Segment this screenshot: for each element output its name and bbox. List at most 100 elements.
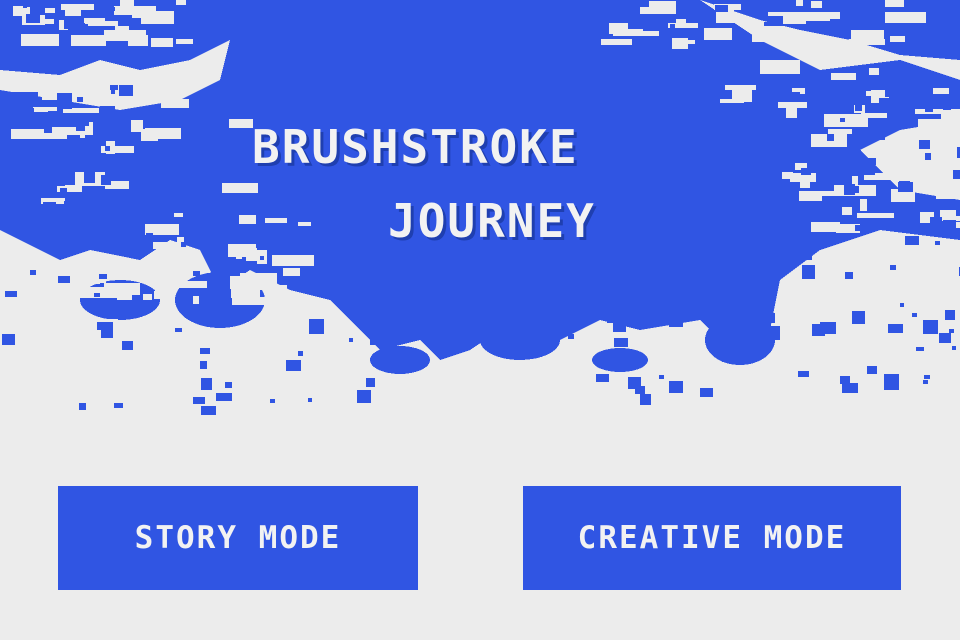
paint-speck <box>700 9 708 14</box>
paint-speck <box>48 111 57 116</box>
paint-speck <box>308 398 312 402</box>
paint-speck <box>905 236 919 245</box>
paint-gap <box>232 297 273 305</box>
paint-speck <box>110 7 115 11</box>
paint-speck <box>884 106 893 112</box>
paint-blob <box>480 320 560 360</box>
paint-gap <box>778 102 807 108</box>
paint-gap <box>811 222 840 232</box>
paint-speck <box>948 80 957 86</box>
paint-speck <box>174 5 187 12</box>
paint-speck <box>236 13 244 20</box>
paint-speck <box>798 371 809 377</box>
paint-speck <box>105 157 116 163</box>
paint-gap <box>688 40 695 44</box>
paint-speck <box>11 92 25 99</box>
paint-speck <box>332 234 342 241</box>
paint-speck <box>122 341 133 350</box>
paint-gap <box>154 291 161 299</box>
paint-speck <box>953 170 960 179</box>
paint-speck <box>193 271 200 276</box>
paint-gap <box>104 30 146 41</box>
paint-speck <box>855 225 864 231</box>
paint-speck <box>820 322 836 334</box>
paint-gap <box>174 213 183 217</box>
paint-gap <box>799 191 835 196</box>
paint-gap <box>240 273 277 286</box>
paint-speck <box>842 383 858 393</box>
story-mode-button[interactable]: STORY MODE <box>58 486 418 590</box>
paint-speck <box>28 207 34 212</box>
paint-gap <box>128 285 137 291</box>
paint-gap <box>32 292 51 296</box>
creative-mode-button[interactable]: CREATIVE MODE <box>523 486 901 590</box>
paint-gap <box>800 180 810 188</box>
paint-speck <box>100 106 115 122</box>
paint-speck <box>760 313 775 323</box>
paint-gap <box>885 12 926 23</box>
paint-speck <box>943 220 956 228</box>
paint-gap <box>811 1 822 8</box>
paint-gap <box>265 218 287 223</box>
paint-speck <box>7 6 11 10</box>
paint-speck <box>94 121 99 126</box>
paint-speck <box>558 4 568 11</box>
paint-speck <box>888 324 903 333</box>
paint-gap <box>231 289 260 298</box>
paint-speck <box>790 224 795 228</box>
paint-gap <box>936 187 957 199</box>
paint-speck <box>64 201 76 211</box>
paint-speck <box>765 326 780 340</box>
paint-speck <box>899 181 910 188</box>
paint-speck <box>94 293 100 297</box>
paint-speck <box>848 186 859 193</box>
paint-speck <box>175 328 182 332</box>
paint-speck <box>2 334 15 345</box>
game-title-line-2: JOURNEY <box>388 194 596 248</box>
paint-gap <box>229 119 253 128</box>
paint-gap <box>601 39 632 45</box>
paint-speck <box>77 97 83 102</box>
paint-speck <box>919 140 930 149</box>
paint-speck <box>635 386 645 394</box>
paint-speck <box>219 270 224 275</box>
paint-gap <box>21 34 59 46</box>
paint-speck <box>875 133 885 140</box>
paint-speck <box>715 5 728 12</box>
paint-speck <box>916 347 924 351</box>
paint-speck <box>845 272 853 279</box>
paint-gap <box>222 183 258 193</box>
paint-gap <box>11 129 44 139</box>
paint-gap <box>133 271 153 279</box>
paint-speck <box>568 334 574 339</box>
paint-speck <box>120 115 129 122</box>
paint-speck <box>216 393 232 401</box>
paint-speck <box>878 85 884 90</box>
paint-gap <box>239 215 256 224</box>
paint-speck <box>26 14 40 23</box>
paint-speck <box>55 6 61 10</box>
paint-speck <box>117 133 122 137</box>
paint-gap <box>676 19 686 28</box>
paint-speck <box>807 256 812 260</box>
paint-speck <box>57 93 72 109</box>
paint-speck <box>628 17 643 29</box>
paint-speck <box>91 135 103 144</box>
paint-speck <box>879 98 891 106</box>
paint-speck <box>57 205 65 212</box>
paint-speck <box>24 92 38 104</box>
paint-gap <box>949 274 960 282</box>
paint-gap <box>720 99 744 103</box>
paint-speck <box>582 20 587 24</box>
paint-speck <box>792 92 800 98</box>
paint-gap <box>151 38 173 47</box>
paint-gap <box>857 213 894 218</box>
paint-speck <box>884 374 899 390</box>
paint-gap <box>145 128 181 139</box>
game-title-line-1: BRUSHSTROKE <box>252 120 579 174</box>
paint-speck <box>201 406 216 415</box>
paint-speck <box>5 291 17 297</box>
paint-gap <box>85 21 118 26</box>
paint-speck <box>44 164 57 177</box>
paint-speck <box>366 378 375 387</box>
